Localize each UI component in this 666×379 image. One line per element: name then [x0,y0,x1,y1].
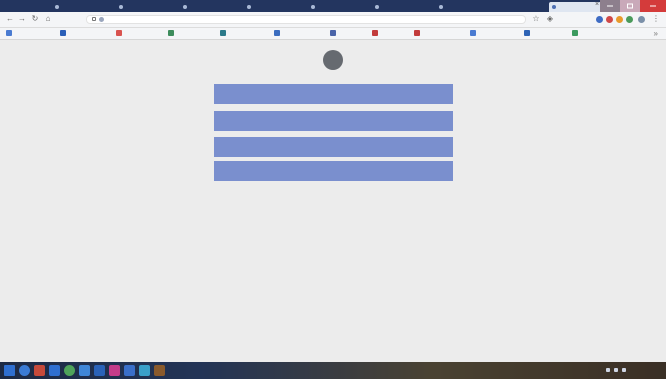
menu-icon[interactable]: ⋮ [652,15,660,23]
bookmark-item[interactable] [168,30,218,37]
tray-clock[interactable] [634,365,660,376]
os-taskbar [0,362,666,379]
bookmark-favicon-icon [220,30,226,36]
browser-toolbar: ← → ↻ ⌂ ☆ ◈ ⋮ [0,12,666,28]
extension-icon[interactable] [626,16,633,23]
bookmark-favicon-icon [414,30,420,36]
profile-icon[interactable] [638,16,645,23]
profile-link-button[interactable] [214,84,453,104]
app-taskbar-icon[interactable] [34,365,45,376]
browser-tab[interactable] [52,2,112,12]
minimize-icon [607,5,613,7]
footer-credit [233,193,433,201]
app-taskbar-icon[interactable] [49,365,60,376]
bookmarks-bar: » [0,28,666,40]
bookmark-favicon-icon [116,30,122,36]
bookmark-item[interactable] [116,30,166,37]
app-taskbar-icon[interactable] [109,365,120,376]
bookmark-item[interactable] [414,30,466,37]
browser-tab[interactable] [436,2,496,12]
tab-favicon-icon [247,5,251,9]
reload-icon[interactable]: ↻ [31,15,39,23]
bookmark-item[interactable] [524,30,568,37]
page-content [0,40,666,360]
browser-tab[interactable] [372,2,432,12]
bookmark-item[interactable] [220,30,272,37]
bookmark-favicon-icon [60,30,66,36]
tray-chevron-icon[interactable] [606,368,610,372]
bookmark-favicon-icon [470,30,476,36]
profile-link-button[interactable] [214,137,453,157]
bookmark-item[interactable] [572,30,620,37]
bookmark-item[interactable] [330,30,370,37]
bookmark-favicon-icon [330,30,336,36]
app-taskbar-icon[interactable] [64,365,75,376]
extension-icon[interactable] [616,16,623,23]
bookmark-item[interactable] [470,30,520,37]
browser-tab[interactable] [116,2,176,12]
bookmark-favicon-icon [6,30,12,36]
address-bar[interactable] [86,15,526,24]
app-taskbar-icon[interactable] [94,365,105,376]
tab-favicon-icon [311,5,315,9]
tab-favicon-icon [552,5,556,9]
profile-link-button[interactable] [214,161,453,181]
back-icon[interactable]: ← [6,15,14,23]
lock-icon [92,17,96,21]
profile-username [233,73,433,81]
bookmark-item[interactable] [274,30,326,37]
app-taskbar-icon[interactable] [79,365,90,376]
start-button[interactable] [4,365,15,376]
forward-icon[interactable]: → [18,15,26,23]
extension-icon[interactable] [606,16,613,23]
browser-tab[interactable] [308,2,368,12]
tab-favicon-icon [439,5,443,9]
tab-favicon-icon [183,5,187,9]
profile-link-button[interactable] [214,111,453,131]
extension-icon[interactable] [596,16,603,23]
app-taskbar-icon[interactable] [139,365,150,376]
bookmark-favicon-icon [168,30,174,36]
tab-favicon-icon [55,5,59,9]
bookmark-item[interactable] [372,30,410,37]
avatar [323,50,343,70]
app-taskbar-icon[interactable] [124,365,135,376]
bookmark-favicon-icon [524,30,530,36]
tray-volume-icon[interactable] [622,368,626,372]
browser-tab[interactable] [244,2,304,12]
maximize-icon [627,3,633,9]
close-icon [650,5,656,7]
bookmark-item[interactable] [6,30,56,37]
bookmark-favicon-icon [372,30,378,36]
site-info-icon[interactable] [99,17,104,22]
maximize-button[interactable] [620,0,640,12]
shield-icon[interactable]: ◈ [546,15,554,23]
tab-favicon-icon [119,5,123,9]
bookmark-star-icon[interactable]: ☆ [532,15,540,23]
browser-taskbar-icon[interactable] [19,365,30,376]
minimize-button[interactable] [600,0,620,12]
home-icon[interactable]: ⌂ [44,15,52,23]
bookmark-favicon-icon [572,30,578,36]
bookmarks-overflow-icon[interactable]: » [654,29,658,38]
browser-tab-strip: × [0,0,666,12]
bookmark-favicon-icon [274,30,280,36]
close-window-button[interactable] [640,0,666,12]
browser-tab[interactable] [180,2,240,12]
app-taskbar-icon[interactable] [154,365,165,376]
bookmark-item[interactable] [60,30,112,37]
tab-favicon-icon [375,5,379,9]
tray-network-icon[interactable] [614,368,618,372]
